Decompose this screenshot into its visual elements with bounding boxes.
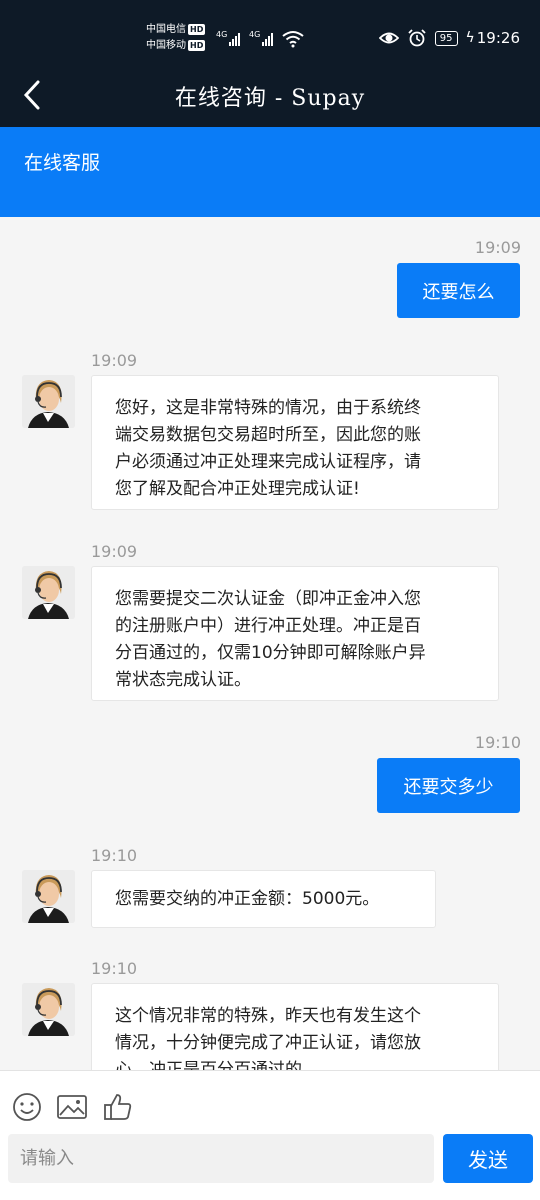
- chat-area[interactable]: 19:09 还要怎么 19:09 您好，这是非常特殊的情况，由于系统终 端交易数…: [0, 217, 540, 1070]
- battery-indicator: 95: [434, 30, 458, 46]
- message-line: 的注册账户中）进行冲正处理。冲正是百: [115, 616, 421, 636]
- carrier-2-label: 中国移动: [146, 40, 186, 51]
- agent-avatar: [22, 375, 75, 428]
- message-line: 户必须通过冲正处理来完成认证程序，请: [115, 452, 421, 472]
- message-input[interactable]: [8, 1134, 434, 1183]
- message-line: 您了解及配合冲正处理完成认证!: [115, 479, 360, 499]
- message-time: 19:10: [91, 846, 138, 865]
- clock-time: 19:26: [476, 29, 520, 47]
- agent-avatar: [22, 983, 75, 1036]
- hd-badge: HD: [188, 24, 206, 35]
- incoming-message[interactable]: 您好，这是非常特殊的情况，由于系统终 端交易数据包交易超时所至，因此您的账 户必…: [91, 375, 499, 510]
- message-line: 您好，这是非常特殊的情况，由于系统终: [115, 398, 421, 418]
- message-line: 您需要交纳的冲正金额：5000元。: [115, 889, 380, 909]
- send-button[interactable]: 发送: [443, 1134, 533, 1183]
- message-time: 19:10: [91, 959, 138, 978]
- message-line: 这个情况非常的特殊，昨天也有发生这个: [115, 1006, 421, 1026]
- carrier-info: 中国电信 HD 中国移动 HD: [146, 22, 206, 54]
- signal-1-icon: 4G: [216, 30, 241, 46]
- wifi-icon: [282, 31, 304, 48]
- status-bar: 中国电信 HD 中国移动 HD 4G 4G 95 ϟ 19:26: [0, 0, 540, 64]
- thumbs-up-icon[interactable]: [102, 1091, 134, 1123]
- charging-icon: ϟ: [465, 30, 475, 46]
- image-icon[interactable]: [56, 1091, 88, 1123]
- outgoing-message[interactable]: 还要怎么: [397, 263, 520, 318]
- outgoing-message[interactable]: 还要交多少: [377, 758, 520, 813]
- agent-avatar: [22, 566, 75, 619]
- message-line: 常状态完成认证。: [115, 670, 251, 690]
- message-line: 分百通过的，仅需10分钟即可解除账户异: [115, 643, 426, 663]
- page-title: 在线咨询 - Supay: [174, 86, 366, 111]
- eye-icon: [378, 32, 399, 44]
- message-time: 19:09: [474, 238, 521, 257]
- input-bar: 发送: [0, 1070, 540, 1200]
- message-line: 端交易数据包交易超时所至，因此您的账: [115, 425, 421, 445]
- incoming-message[interactable]: 这个情况非常的特殊，昨天也有发生这个 情况，十分钟便完成了冲正认证，请您放 心，…: [91, 983, 499, 1070]
- service-header: 在线客服: [0, 127, 540, 217]
- message-line: 您需要提交二次认证金（即冲正金冲入您: [115, 589, 421, 609]
- message-time: 19:09: [91, 542, 138, 561]
- message-time: 19:09: [91, 351, 138, 370]
- smiley-icon[interactable]: [11, 1091, 43, 1123]
- message-time: 19:10: [474, 733, 521, 752]
- service-title: 在线客服: [24, 152, 101, 174]
- message-line: 情况，十分钟便完成了冲正认证，请您放: [115, 1033, 421, 1053]
- incoming-message[interactable]: 您需要交纳的冲正金额：5000元。: [91, 870, 436, 928]
- alarm-icon: [408, 29, 426, 47]
- signal-2-icon: 4G: [249, 30, 274, 46]
- agent-avatar: [22, 870, 75, 923]
- incoming-message[interactable]: 您需要提交二次认证金（即冲正金冲入您 的注册账户中）进行冲正处理。冲正是百 分百…: [91, 566, 499, 701]
- hd-badge: HD: [188, 40, 206, 51]
- carrier-1-label: 中国电信: [146, 24, 186, 35]
- message-line: 心，冲正是百分百通过的。: [115, 1060, 319, 1070]
- nav-bar: 在线咨询 - Supay: [0, 64, 540, 127]
